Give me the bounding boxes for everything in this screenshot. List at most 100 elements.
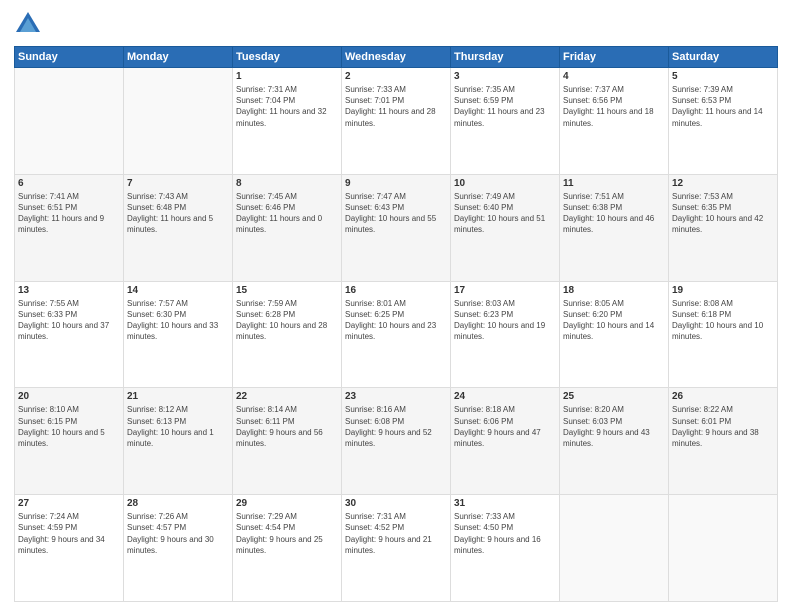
calendar-cell xyxy=(15,68,124,175)
calendar-cell: 22Sunrise: 8:14 AM Sunset: 6:11 PM Dayli… xyxy=(233,388,342,495)
logo-icon xyxy=(14,10,42,38)
week-row-0: 1 Sunrise: 7:31 AM Sunset: 7:04 PM Daylig… xyxy=(15,68,778,175)
calendar-cell: 24 Sunrise: 8:18 AM Sunset: 6:06 PM Dayli… xyxy=(451,388,560,495)
day-info: Sunrise: 8:16 AM Sunset: 6:08 PM Dayligh… xyxy=(345,404,447,449)
calendar-cell: 15 Sunrise: 7:59 AM Sunset: 6:28 PM Dayli… xyxy=(233,281,342,388)
calendar-cell: 26 Sunrise: 8:22 AM Sunset: 6:01 PM Dayli… xyxy=(669,388,778,495)
calendar-cell: 14 Sunrise: 7:57 AM Sunset: 6:30 PM Dayli… xyxy=(124,281,233,388)
day-number: 17 xyxy=(454,285,556,296)
calendar-cell: 19 Sunrise: 8:08 AM Sunset: 6:18 PM Dayli… xyxy=(669,281,778,388)
day-number: 23 xyxy=(345,391,447,402)
day-number: 12 xyxy=(672,178,774,189)
day-info: Sunrise: 8:12 AM Sunset: 6:13 PM Dayligh… xyxy=(127,404,229,449)
calendar-cell: 12 Sunrise: 7:53 AM Sunset: 6:35 PM Dayli… xyxy=(669,174,778,281)
day-number: 5 xyxy=(672,71,774,82)
day-info: Sunrise: 8:22 AM Sunset: 6:01 PM Dayligh… xyxy=(672,404,774,449)
day-number: 28 xyxy=(127,498,229,509)
day-number: 4 xyxy=(563,71,665,82)
calendar-cell: 18 Sunrise: 8:05 AM Sunset: 6:20 PM Dayli… xyxy=(560,281,669,388)
calendar-header: SundayMondayTuesdayWednesdayThursdayFrid… xyxy=(15,47,778,68)
day-number: 6 xyxy=(18,178,120,189)
day-info: Sunrise: 8:05 AM Sunset: 6:20 PM Dayligh… xyxy=(563,298,665,343)
calendar-cell: 30 Sunrise: 7:31 AM Sunset: 4:52 PM Dayli… xyxy=(342,495,451,602)
page-container: SundayMondayTuesdayWednesdayThursdayFrid… xyxy=(0,0,792,612)
calendar-cell: 10Sunrise: 7:49 AM Sunset: 6:40 PM Dayli… xyxy=(451,174,560,281)
calendar-cell: 11 Sunrise: 7:51 AM Sunset: 6:38 PM Dayli… xyxy=(560,174,669,281)
day-number: 8 xyxy=(236,178,338,189)
day-info: Sunrise: 8:08 AM Sunset: 6:18 PM Dayligh… xyxy=(672,298,774,343)
weekday-tuesday: Tuesday xyxy=(233,47,342,68)
day-info: Sunrise: 7:57 AM Sunset: 6:30 PM Dayligh… xyxy=(127,298,229,343)
day-number: 11 xyxy=(563,178,665,189)
weekday-saturday: Saturday xyxy=(669,47,778,68)
day-number: 2 xyxy=(345,71,447,82)
day-info: Sunrise: 8:14 AM Sunset: 6:11 PM Dayligh… xyxy=(236,404,338,449)
day-number: 19 xyxy=(672,285,774,296)
weekday-row: SundayMondayTuesdayWednesdayThursdayFrid… xyxy=(15,47,778,68)
day-number: 18 xyxy=(563,285,665,296)
day-number: 27 xyxy=(18,498,120,509)
calendar-cell: 7Sunrise: 7:43 AM Sunset: 6:48 PM Daylig… xyxy=(124,174,233,281)
calendar-cell: 8 Sunrise: 7:45 AM Sunset: 6:46 PM Daylig… xyxy=(233,174,342,281)
day-number: 30 xyxy=(345,498,447,509)
day-info: Sunrise: 7:31 AM Sunset: 7:04 PM Dayligh… xyxy=(236,84,338,129)
day-info: Sunrise: 8:18 AM Sunset: 6:06 PM Dayligh… xyxy=(454,404,556,449)
calendar: SundayMondayTuesdayWednesdayThursdayFrid… xyxy=(14,46,778,602)
day-info: Sunrise: 8:03 AM Sunset: 6:23 PM Dayligh… xyxy=(454,298,556,343)
calendar-cell: 25Sunrise: 8:20 AM Sunset: 6:03 PM Dayli… xyxy=(560,388,669,495)
day-info: Sunrise: 7:43 AM Sunset: 6:48 PM Dayligh… xyxy=(127,191,229,236)
calendar-cell xyxy=(124,68,233,175)
calendar-cell: 31Sunrise: 7:33 AM Sunset: 4:50 PM Dayli… xyxy=(451,495,560,602)
day-info: Sunrise: 7:37 AM Sunset: 6:56 PM Dayligh… xyxy=(563,84,665,129)
day-number: 25 xyxy=(563,391,665,402)
day-number: 15 xyxy=(236,285,338,296)
calendar-cell: 27 Sunrise: 7:24 AM Sunset: 4:59 PM Dayli… xyxy=(15,495,124,602)
day-number: 14 xyxy=(127,285,229,296)
calendar-cell xyxy=(669,495,778,602)
day-info: Sunrise: 7:51 AM Sunset: 6:38 PM Dayligh… xyxy=(563,191,665,236)
calendar-cell: 13Sunrise: 7:55 AM Sunset: 6:33 PM Dayli… xyxy=(15,281,124,388)
day-info: Sunrise: 7:53 AM Sunset: 6:35 PM Dayligh… xyxy=(672,191,774,236)
day-number: 1 xyxy=(236,71,338,82)
day-info: Sunrise: 7:41 AM Sunset: 6:51 PM Dayligh… xyxy=(18,191,120,236)
weekday-monday: Monday xyxy=(124,47,233,68)
calendar-cell: 21 Sunrise: 8:12 AM Sunset: 6:13 PM Dayli… xyxy=(124,388,233,495)
weekday-friday: Friday xyxy=(560,47,669,68)
weekday-sunday: Sunday xyxy=(15,47,124,68)
day-info: Sunrise: 7:26 AM Sunset: 4:57 PM Dayligh… xyxy=(127,511,229,556)
calendar-cell: 20Sunrise: 8:10 AM Sunset: 6:15 PM Dayli… xyxy=(15,388,124,495)
day-info: Sunrise: 7:59 AM Sunset: 6:28 PM Dayligh… xyxy=(236,298,338,343)
day-number: 31 xyxy=(454,498,556,509)
calendar-cell: 2 Sunrise: 7:33 AM Sunset: 7:01 PM Daylig… xyxy=(342,68,451,175)
day-number: 16 xyxy=(345,285,447,296)
calendar-cell: 1 Sunrise: 7:31 AM Sunset: 7:04 PM Daylig… xyxy=(233,68,342,175)
day-info: Sunrise: 7:49 AM Sunset: 6:40 PM Dayligh… xyxy=(454,191,556,236)
header xyxy=(14,10,778,38)
day-info: Sunrise: 7:39 AM Sunset: 6:53 PM Dayligh… xyxy=(672,84,774,129)
day-info: Sunrise: 7:35 AM Sunset: 6:59 PM Dayligh… xyxy=(454,84,556,129)
day-number: 9 xyxy=(345,178,447,189)
day-info: Sunrise: 7:47 AM Sunset: 6:43 PM Dayligh… xyxy=(345,191,447,236)
day-number: 26 xyxy=(672,391,774,402)
calendar-cell xyxy=(560,495,669,602)
day-info: Sunrise: 7:31 AM Sunset: 4:52 PM Dayligh… xyxy=(345,511,447,556)
day-info: Sunrise: 7:24 AM Sunset: 4:59 PM Dayligh… xyxy=(18,511,120,556)
weekday-thursday: Thursday xyxy=(451,47,560,68)
day-info: Sunrise: 7:45 AM Sunset: 6:46 PM Dayligh… xyxy=(236,191,338,236)
weekday-wednesday: Wednesday xyxy=(342,47,451,68)
calendar-cell: 23 Sunrise: 8:16 AM Sunset: 6:08 PM Dayli… xyxy=(342,388,451,495)
calendar-cell: 17 Sunrise: 8:03 AM Sunset: 6:23 PM Dayli… xyxy=(451,281,560,388)
day-info: Sunrise: 8:01 AM Sunset: 6:25 PM Dayligh… xyxy=(345,298,447,343)
day-number: 3 xyxy=(454,71,556,82)
logo xyxy=(14,10,46,38)
day-number: 21 xyxy=(127,391,229,402)
day-number: 29 xyxy=(236,498,338,509)
day-info: Sunrise: 7:33 AM Sunset: 7:01 PM Dayligh… xyxy=(345,84,447,129)
calendar-cell: 6 Sunrise: 7:41 AM Sunset: 6:51 PM Daylig… xyxy=(15,174,124,281)
day-number: 24 xyxy=(454,391,556,402)
calendar-cell: 4 Sunrise: 7:37 AM Sunset: 6:56 PM Daylig… xyxy=(560,68,669,175)
calendar-cell: 3 Sunrise: 7:35 AM Sunset: 6:59 PM Daylig… xyxy=(451,68,560,175)
calendar-cell: 5 Sunrise: 7:39 AM Sunset: 6:53 PM Daylig… xyxy=(669,68,778,175)
day-info: Sunrise: 8:10 AM Sunset: 6:15 PM Dayligh… xyxy=(18,404,120,449)
week-row-4: 27 Sunrise: 7:24 AM Sunset: 4:59 PM Dayli… xyxy=(15,495,778,602)
